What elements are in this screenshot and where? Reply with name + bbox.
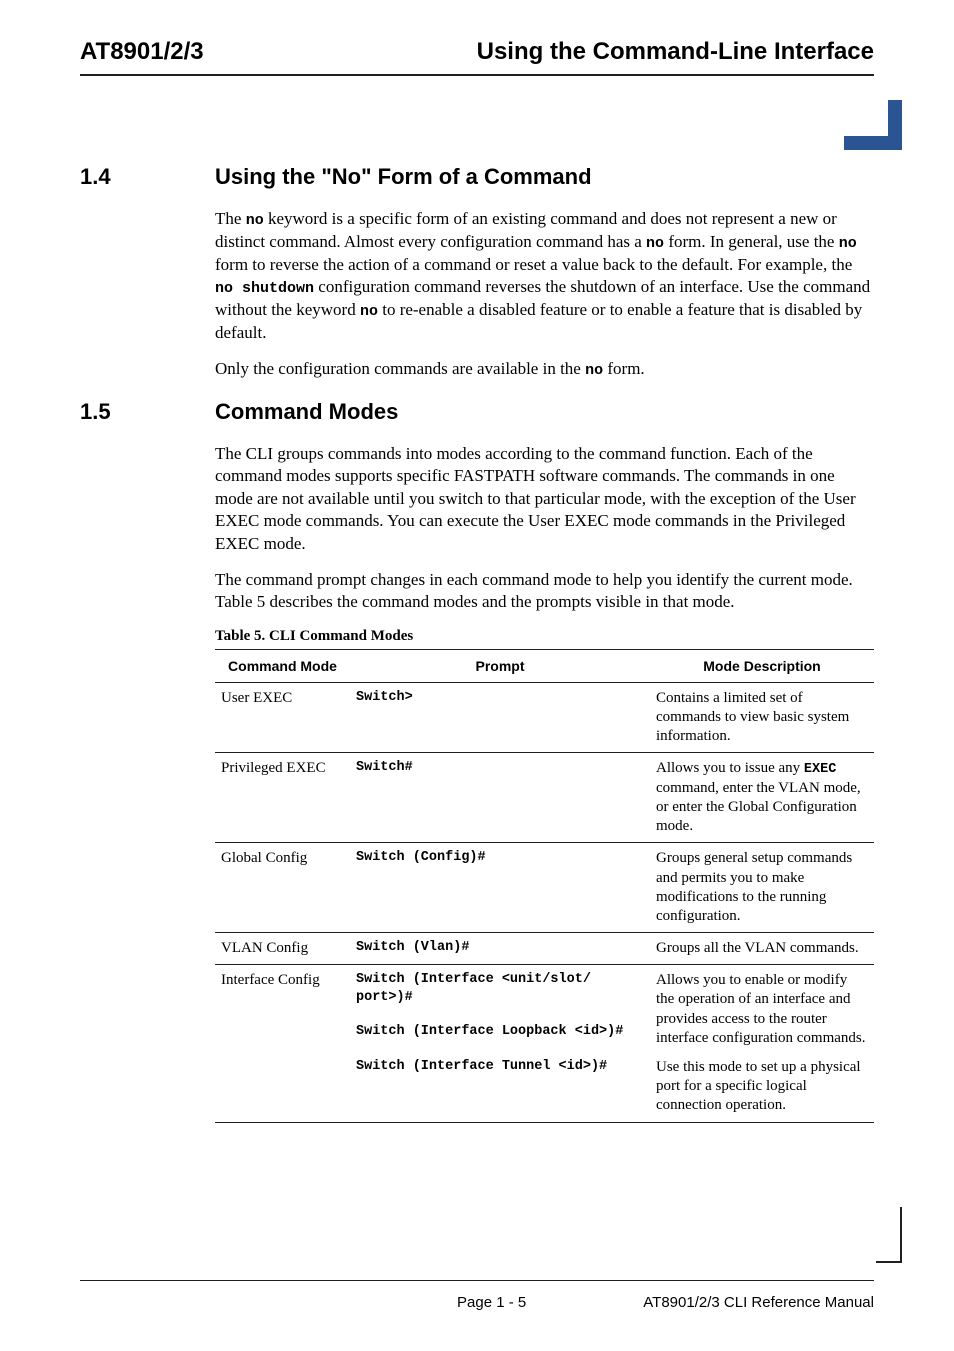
cell-mode: Interface Config [215,965,350,1122]
paragraph: The no keyword is a specific form of an … [215,208,874,344]
section-heading-1-5: 1.5 Command Modes [80,399,874,425]
cell-mode: VLAN Config [215,933,350,965]
cli-modes-table: Command Mode Prompt Mode Description Use… [215,649,874,1123]
footer-rule [80,1280,874,1281]
col-header-mode: Command Mode [215,649,350,682]
paragraph: Only the configuration commands are avai… [215,358,874,381]
cell-description: Contains a limited set of commands to vi… [650,682,874,753]
cell-prompt: Switch# [350,753,650,843]
cell-mode: User EXEC [215,682,350,753]
paragraph: The command prompt changes in each comma… [215,569,874,614]
table-row: User EXECSwitch>Contains a limited set o… [215,682,874,753]
cell-prompt: Switch> [350,682,650,753]
section-number: 1.5 [80,399,215,425]
cell-description: Allows you to issue any EXEC command, en… [650,753,874,843]
section-title: Command Modes [215,399,398,425]
cell-description: Groups general setup commands and permit… [650,843,874,933]
header-right: Using the Command-Line Interface [477,38,874,66]
col-header-desc: Mode Description [650,649,874,682]
cell-prompt: Switch (Config)# [350,843,650,933]
table-row: Privileged EXECSwitch#Allows you to issu… [215,753,874,843]
section-number: 1.4 [80,164,215,190]
table-caption: Table 5. CLI Command Modes [215,628,874,645]
table-row: Interface ConfigSwitch (Interface <unit/… [215,965,874,1122]
header-left: AT8901/2/3 [80,38,204,66]
footer-page: Page 1 - 5 [457,1294,526,1311]
page-footer: Page 1 - 5 AT8901/2/3 CLI Reference Manu… [80,1294,874,1311]
section-heading-1-4: 1.4 Using the "No" Form of a Command [80,164,874,190]
cell-description: Groups all the VLAN commands. [650,933,874,965]
cell-mode: Privileged EXEC [215,753,350,843]
page-corner-decoration [844,100,902,150]
footer-corner-decoration [876,1207,902,1263]
table-row: Global ConfigSwitch (Config)#Groups gene… [215,843,874,933]
section-title: Using the "No" Form of a Command [215,164,592,190]
cell-mode: Global Config [215,843,350,933]
paragraph: The CLI groups commands into modes accor… [215,443,874,555]
page-content: 1.4 Using the "No" Form of a Command The… [0,76,954,1123]
col-header-prompt: Prompt [350,649,650,682]
cell-description: Allows you to enable or modify the opera… [650,965,874,1122]
cell-prompt: Switch (Vlan)# [350,933,650,965]
cell-prompt: Switch (Interface <unit/slot/ port>)# Sw… [350,965,650,1122]
table-row: VLAN ConfigSwitch (Vlan)#Groups all the … [215,933,874,965]
footer-doc-title: AT8901/2/3 CLI Reference Manual [643,1294,874,1311]
